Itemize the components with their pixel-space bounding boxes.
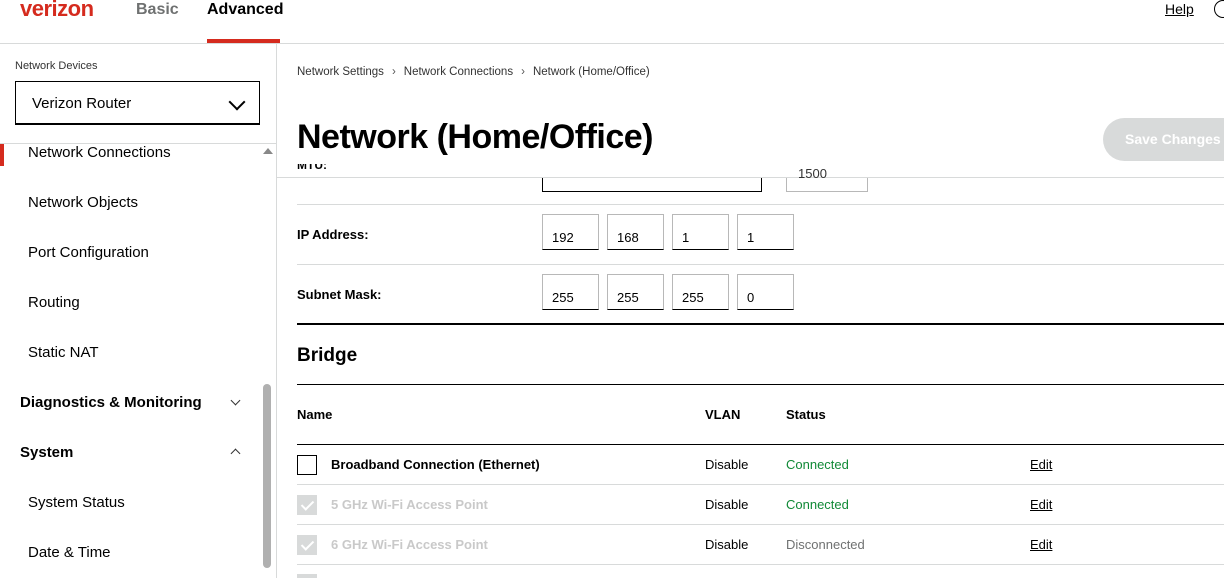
sidebar-caption: Network Devices <box>15 60 98 72</box>
table-row-divider <box>297 564 1224 565</box>
breadcrumb-chevron-icon: › <box>521 66 525 78</box>
sidebar-item-date-time[interactable]: Date & Time <box>28 544 111 561</box>
ip-octet-4[interactable] <box>737 214 794 250</box>
ip-octet-2[interactable] <box>607 214 664 250</box>
column-header-status: Status <box>786 407 826 422</box>
chevron-up-icon[interactable] <box>230 448 241 459</box>
breadcrumb-chevron-icon: › <box>391 66 396 78</box>
table-cell-name: 5 GHz Wi-Fi Access Point <box>331 497 488 512</box>
column-header-name: Name <box>297 407 333 422</box>
table-row-divider <box>297 484 1224 485</box>
row-checkbox-disabled <box>297 495 317 515</box>
section-divider <box>297 323 1224 325</box>
table-cell-name: 6 GHz Wi-Fi Access Point <box>331 537 488 552</box>
mtu-label-clipped: MTU: <box>297 164 327 172</box>
row-checkbox-disabled <box>297 535 317 555</box>
table-cell-name: Broadband Connection (Ethernet) <box>331 457 540 472</box>
save-changes-button[interactable]: Save Changes <box>1103 118 1224 161</box>
edit-link[interactable]: Edit <box>1030 497 1052 512</box>
edit-link[interactable]: Edit <box>1030 537 1052 552</box>
table-cell-vlan: Disable <box>705 497 749 512</box>
device-select-value: Verizon Router <box>32 95 132 112</box>
breadcrumb-current: Network (Home/Office) <box>532 66 650 78</box>
column-header-vlan: VLAN <box>705 407 741 422</box>
sidebar-section-system[interactable]: System <box>20 444 73 461</box>
ip-octet-1[interactable] <box>542 214 599 250</box>
sidebar-item-system-status[interactable]: System Status <box>28 494 125 511</box>
sidebar: Network Devices Verizon Router Network C… <box>0 44 277 578</box>
sidebar-item-port-configuration[interactable]: Port Configuration <box>28 244 149 261</box>
table-cell-status: Connected <box>786 497 849 512</box>
subnet-octet-3[interactable] <box>672 274 729 310</box>
user-circle-icon[interactable] <box>1214 0 1224 18</box>
table-cell-status: Disconnected <box>786 537 865 552</box>
ip-octet-3[interactable] <box>672 214 729 250</box>
table-row-divider <box>297 524 1224 525</box>
active-item-indicator <box>0 144 4 166</box>
sidebar-item-network-connections[interactable]: Network Connections <box>28 144 171 161</box>
breadcrumb: Network Settings › Network Connections › Net… <box>297 66 650 78</box>
row-checkbox[interactable] <box>297 455 317 475</box>
row-checkbox-disabled <box>297 574 317 578</box>
breadcrumb-network-connections[interactable]: Network Connections <box>404 66 513 78</box>
sidebar-section-diagnostics[interactable]: Diagnostics & Monitoring <box>20 394 202 411</box>
subnet-mask-label: Subnet Mask: <box>297 287 382 302</box>
scroll-up-arrow-icon[interactable] <box>263 148 273 154</box>
subnet-octet-2[interactable] <box>607 274 664 310</box>
tab-advanced[interactable]: Advanced <box>207 0 283 20</box>
page-title: Network (Home/Office) <box>297 118 654 156</box>
table-cell-vlan: Disable <box>705 457 749 472</box>
mtu-value-clipped: 1500 <box>798 166 827 181</box>
sidebar-item-static-nat[interactable]: Static NAT <box>28 344 99 361</box>
breadcrumb-network-settings[interactable]: Network Settings <box>297 66 384 78</box>
mtu-field-clipped[interactable] <box>542 178 762 192</box>
edit-link[interactable]: Edit <box>1030 457 1052 472</box>
row-divider <box>297 204 1224 205</box>
verizon-logo[interactable]: verizon <box>20 0 94 22</box>
ip-address-label: IP Address: <box>297 227 369 242</box>
subnet-octet-1[interactable] <box>542 274 599 310</box>
table-cell-status: Connected <box>786 457 849 472</box>
help-link[interactable]: Help <box>1165 1 1194 17</box>
section-divider <box>297 384 1224 385</box>
device-select[interactable]: Verizon Router <box>15 81 260 125</box>
sidebar-item-network-objects[interactable]: Network Objects <box>28 194 138 211</box>
bridge-section-title: Bridge <box>297 345 358 366</box>
sidebar-item-routing[interactable]: Routing <box>28 294 80 311</box>
chevron-down-icon[interactable] <box>230 395 241 406</box>
sidebar-scrollbar[interactable] <box>263 384 271 568</box>
chevron-down-icon <box>228 93 246 111</box>
active-tab-indicator <box>207 39 280 43</box>
top-bar: verizon Basic Advanced Help <box>0 0 1224 44</box>
subnet-octet-4[interactable] <box>737 274 794 310</box>
row-divider <box>297 264 1224 265</box>
table-cell-vlan: Disable <box>705 537 749 552</box>
table-header-divider <box>297 444 1224 445</box>
tab-basic[interactable]: Basic <box>136 0 179 20</box>
